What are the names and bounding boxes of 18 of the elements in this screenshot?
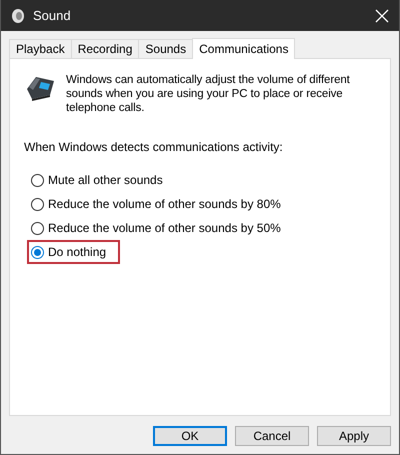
radio-button[interactable] — [31, 246, 44, 258]
radio-button[interactable] — [31, 174, 44, 186]
tab[interactable]: Recording — [70, 39, 140, 58]
close-button[interactable] — [375, 8, 389, 22]
prompt-text: When Windows detects communications activity: — [24, 140, 284, 154]
tab[interactable]: Communications — [192, 38, 296, 59]
tab[interactable]: Playback — [9, 39, 72, 58]
dialog-button[interactable]: Apply — [317, 426, 391, 446]
radio-button[interactable] — [31, 222, 44, 234]
option-label[interactable]: Do nothing — [48, 245, 106, 259]
option-label[interactable]: Mute all other sounds — [48, 173, 163, 187]
description-text: Windows can automatically adjust the volume of different sounds when you are using your PC to place or receive telephone calls. — [66, 73, 351, 115]
window-title: Sound — [33, 8, 72, 23]
option-label[interactable]: Reduce the volume of other sounds by 80% — [48, 197, 281, 211]
option-label[interactable]: Reduce the volume of other sounds by 50% — [48, 221, 281, 235]
radio-button[interactable] — [31, 198, 44, 210]
dialog-button[interactable]: OK — [153, 426, 227, 446]
dialog-button[interactable]: Cancel — [235, 426, 309, 446]
